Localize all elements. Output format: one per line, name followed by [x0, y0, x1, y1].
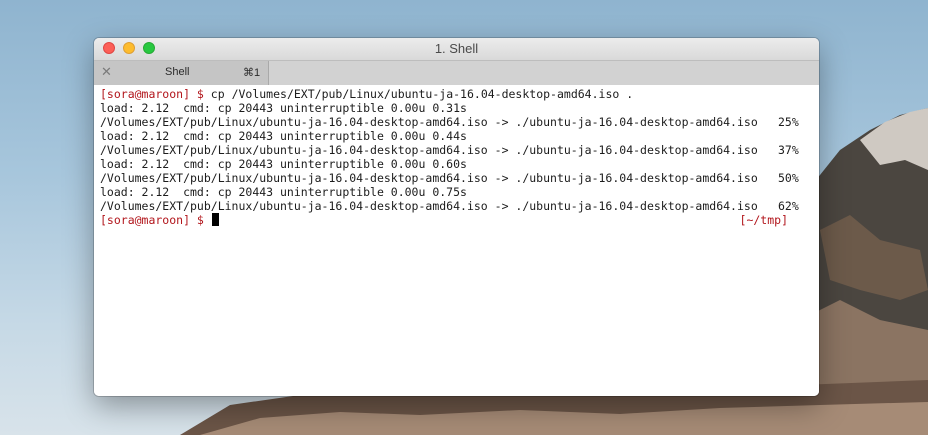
copy-path: /Volumes/EXT/pub/Linux/ubuntu-ja-16.04-d… — [100, 143, 758, 157]
load-line: load: 2.12 cmd: cp 20443 uninterruptible… — [100, 185, 467, 199]
shell-prompt: [sora@maroon] $ — [100, 87, 204, 101]
tab-bar: ✕ Shell ⌘1 — [94, 61, 819, 86]
command-text: cp /Volumes/EXT/pub/Linux/ubuntu-ja-16.0… — [210, 87, 634, 101]
copy-path: /Volumes/EXT/pub/Linux/ubuntu-ja-16.04-d… — [100, 115, 758, 129]
copy-path: /Volumes/EXT/pub/Linux/ubuntu-ja-16.04-d… — [100, 171, 758, 185]
right-prompt-cwd: [~/tmp] — [739, 213, 788, 227]
copy-progress-line: /Volumes/EXT/pub/Linux/ubuntu-ja-16.04-d… — [100, 143, 819, 157]
terminal-output[interactable]: [sora@maroon] $ cp /Volumes/EXT/pub/Linu… — [94, 85, 819, 396]
tab-close-icon[interactable]: ✕ — [101, 64, 112, 80]
text-cursor — [211, 213, 219, 226]
load-line: load: 2.12 cmd: cp 20443 uninterruptible… — [100, 129, 467, 143]
load-line: load: 2.12 cmd: cp 20443 uninterruptible… — [100, 101, 467, 115]
shell-prompt: [sora@maroon] $ — [100, 213, 204, 227]
active-prompt-line[interactable]: [sora@maroon] $ [~/tmp] — [100, 213, 819, 227]
copy-progress-line: /Volumes/EXT/pub/Linux/ubuntu-ja-16.04-d… — [100, 199, 819, 213]
tab-shell[interactable]: ✕ Shell ⌘1 — [94, 61, 269, 85]
window-title: 1. Shell — [434, 41, 479, 56]
copy-percent: 50% — [778, 171, 799, 185]
command-line: [sora@maroon] $ cp /Volumes/EXT/pub/Linu… — [100, 87, 819, 101]
copy-percent: 37% — [778, 143, 799, 157]
copy-path: /Volumes/EXT/pub/Linux/ubuntu-ja-16.04-d… — [100, 199, 758, 213]
copy-percent: 25% — [778, 115, 799, 129]
load-line: load: 2.12 cmd: cp 20443 uninterruptible… — [100, 157, 467, 171]
tab-shortcut: ⌘1 — [243, 67, 261, 79]
tab-label: Shell — [165, 66, 190, 78]
title-bar[interactable]: 1. Shell — [94, 38, 819, 61]
copy-percent: 62% — [778, 199, 799, 213]
terminal-window: 1. Shell ✕ Shell ⌘1 [sora@maroon] $ cp /… — [94, 38, 819, 396]
copy-progress-line: /Volumes/EXT/pub/Linux/ubuntu-ja-16.04-d… — [100, 171, 819, 185]
copy-progress-line: /Volumes/EXT/pub/Linux/ubuntu-ja-16.04-d… — [100, 115, 819, 129]
